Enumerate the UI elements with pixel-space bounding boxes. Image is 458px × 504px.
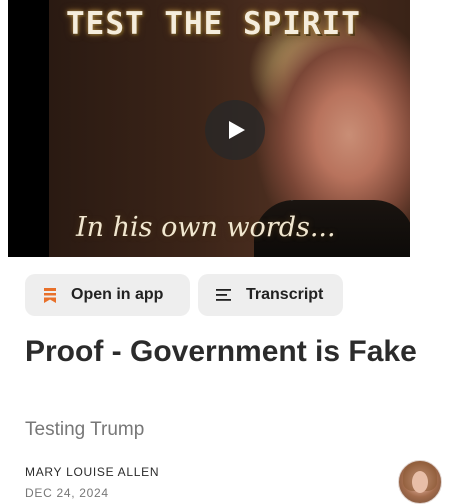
play-icon: [229, 121, 245, 139]
post-title: Proof - Government is Fake: [25, 335, 417, 368]
open-in-app-label: Open in app: [71, 286, 164, 303]
video-title-overlay: TEST THE SPIRIT: [66, 6, 361, 42]
author-avatar[interactable]: [398, 460, 442, 504]
video-caption-overlay: In his own words...: [76, 212, 336, 243]
bookmark-icon: [43, 287, 57, 304]
play-button[interactable]: [205, 100, 265, 160]
open-in-app-button[interactable]: Open in app: [25, 274, 190, 316]
video-player[interactable]: TEST THE SPIRIT In his own words...: [8, 0, 410, 257]
transcript-label: Transcript: [246, 286, 324, 303]
transcript-button[interactable]: Transcript: [198, 274, 343, 316]
author-name[interactable]: MARY LOUISE ALLEN: [25, 465, 159, 479]
post-subtitle: Testing Trump: [25, 419, 145, 440]
action-buttons: Open in app Transcript: [25, 274, 343, 316]
menu-lines-icon: [216, 289, 232, 301]
post-date: DEC 24, 2024: [25, 486, 109, 500]
